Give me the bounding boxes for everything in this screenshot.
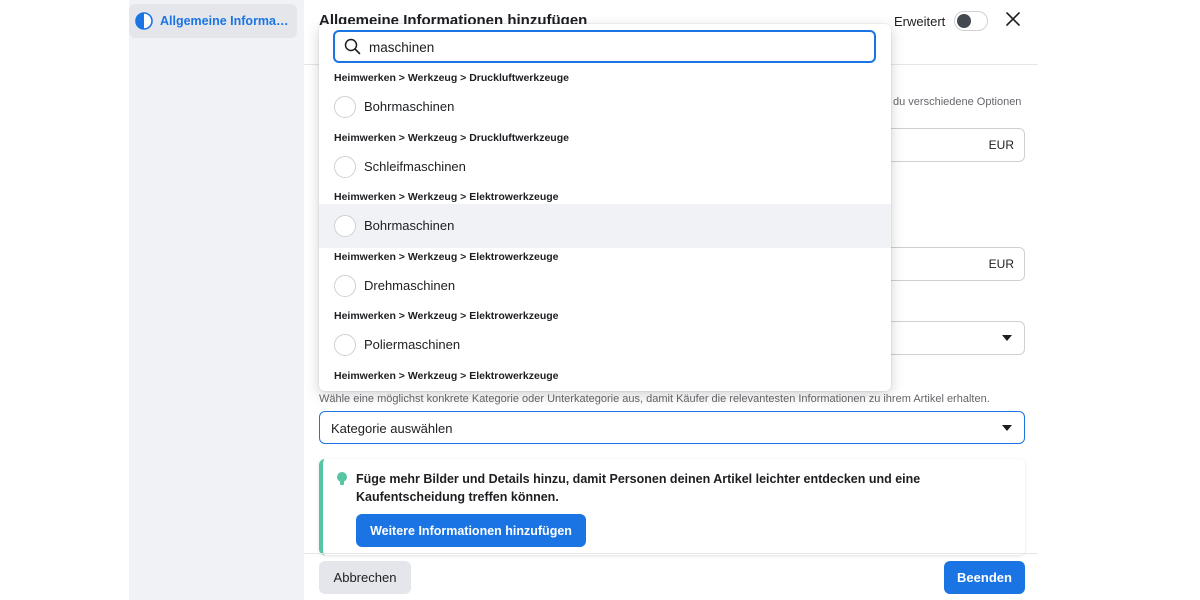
- category-search-input[interactable]: [369, 37, 849, 57]
- advanced-toggle[interactable]: [954, 11, 988, 31]
- radio-button[interactable]: [334, 215, 356, 237]
- radio-button[interactable]: [334, 96, 356, 118]
- tip-card: Füge mehr Bilder und Details hinzu, dami…: [319, 459, 1025, 555]
- category-option[interactable]: Poliermaschinen: [319, 323, 891, 367]
- list-item: Heimwerken > Werkzeug > Druckluftwerkzeu…: [319, 69, 891, 129]
- category-option[interactable]: Bohrmaschinen: [319, 204, 891, 248]
- list-item: Heimwerken > Werkzeug > Elektrowerkzeuge: [319, 367, 891, 392]
- tip-text: Füge mehr Bilder und Details hinzu, dami…: [356, 472, 921, 504]
- caret-down-icon: [1002, 425, 1012, 431]
- sidebar-item-general-info[interactable]: Allgemeine Informat…: [129, 4, 297, 38]
- search-icon: [344, 38, 361, 55]
- list-item: Heimwerken > Werkzeug > Elektrowerkzeuge…: [319, 188, 891, 248]
- category-option-label: Bohrmaschinen: [364, 99, 455, 114]
- half-circle-icon: [135, 12, 153, 30]
- left-sidebar: [129, 0, 304, 600]
- options-hint: du verschiedene Optionen: [893, 96, 1022, 108]
- category-path: Heimwerken > Werkzeug > Druckluftwerkzeu…: [334, 72, 569, 84]
- category-option[interactable]: Bohrmaschinen: [319, 85, 891, 129]
- category-search-dropdown: Heimwerken > Werkzeug > Druckluftwerkzeu…: [319, 24, 891, 391]
- category-path: Heimwerken > Werkzeug > Elektrowerkzeuge: [334, 310, 559, 322]
- category-option-label: Bohrmaschinen: [364, 218, 455, 233]
- category-select-value: Kategorie auswählen: [331, 421, 453, 436]
- footer-divider: [304, 553, 1038, 554]
- category-search-box[interactable]: [333, 30, 876, 63]
- category-select[interactable]: Kategorie auswählen: [319, 411, 1025, 444]
- category-option[interactable]: [319, 383, 891, 392]
- lightbulb-icon: [335, 471, 349, 487]
- category-path: Heimwerken > Werkzeug > Elektrowerkzeuge: [334, 369, 559, 382]
- advanced-label: Erweitert: [894, 14, 946, 29]
- category-option-label: Poliermaschinen: [364, 337, 461, 352]
- category-path: Heimwerken > Werkzeug > Elektrowerkzeuge: [334, 191, 559, 203]
- currency-suffix: EUR: [988, 257, 1014, 271]
- category-option-label: Drehmaschinen: [364, 277, 456, 293]
- category-option-label: Schleifmaschinen: [364, 158, 466, 174]
- category-path: Heimwerken > Werkzeug > Elektrowerkzeuge: [334, 250, 559, 263]
- close-icon: [1006, 11, 1020, 31]
- close-button[interactable]: [1003, 10, 1023, 32]
- finish-button[interactable]: Beenden: [944, 561, 1025, 594]
- toggle-knob: [957, 14, 971, 28]
- add-more-info-button[interactable]: Weitere Informationen hinzufügen: [356, 514, 586, 547]
- currency-suffix: EUR: [988, 138, 1014, 152]
- sidebar-item-label: Allgemeine Informat…: [160, 14, 292, 28]
- list-item: Heimwerken > Werkzeug > Druckluftwerkzeu…: [319, 129, 891, 189]
- category-option[interactable]: Drehmaschinen: [319, 264, 891, 308]
- cancel-button[interactable]: Abbrechen: [319, 561, 411, 594]
- caret-down-icon: [1002, 335, 1012, 341]
- category-helper-text: Wähle eine möglichst konkrete Kategorie …: [319, 393, 990, 405]
- category-path: Heimwerken > Werkzeug > Druckluftwerkzeu…: [334, 131, 569, 144]
- radio-button[interactable]: [334, 274, 356, 297]
- category-option[interactable]: Schleifmaschinen: [319, 145, 891, 189]
- radio-button[interactable]: [334, 155, 356, 178]
- search-results-list: Heimwerken > Werkzeug > Druckluftwerkzeu…: [319, 69, 891, 391]
- radio-button[interactable]: [334, 334, 356, 356]
- list-item: Heimwerken > Werkzeug > Elektrowerkzeuge…: [319, 307, 891, 367]
- list-item: Heimwerken > Werkzeug > Elektrowerkzeuge…: [319, 248, 891, 308]
